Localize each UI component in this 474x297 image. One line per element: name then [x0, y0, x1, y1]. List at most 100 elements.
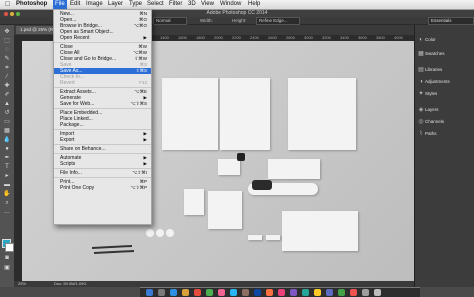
- panel-swatches[interactable]: ▦Swatches: [417, 49, 473, 59]
- launchpad-icon[interactable]: [158, 289, 165, 296]
- finder-icon[interactable]: [146, 289, 153, 296]
- width-label: Width:: [200, 18, 213, 23]
- menu-item-open-recent[interactable]: Open Recent ▶: [54, 35, 151, 41]
- pen-tool-icon[interactable]: ✒: [3, 155, 11, 162]
- menu-view[interactable]: View: [199, 0, 216, 9]
- panel-layers[interactable]: ◈ Layers: [417, 105, 473, 115]
- system-preferences-icon[interactable]: [242, 289, 249, 296]
- menu-file[interactable]: File: [53, 0, 67, 9]
- illustrator-icon[interactable]: [266, 289, 273, 296]
- panel-styles[interactable]: ✦Styles: [417, 89, 473, 99]
- menu-item-package[interactable]: Package...: [54, 122, 151, 128]
- shape-tool-icon[interactable]: ▬: [3, 182, 11, 189]
- gradient-tool-icon[interactable]: ▦: [3, 128, 11, 135]
- type-tool-icon[interactable]: T: [3, 164, 11, 171]
- hand-tool-icon[interactable]: ✋: [3, 191, 11, 198]
- menu-item-share-on-behance[interactable]: Share on Behance...: [54, 146, 151, 152]
- pencil-2: [93, 249, 135, 255]
- menu-help[interactable]: Help: [246, 0, 262, 9]
- trash-icon[interactable]: [374, 289, 381, 296]
- mode-select[interactable]: Normal: [153, 17, 187, 25]
- card-stack: [268, 159, 320, 179]
- blur-tool-icon[interactable]: 💧: [3, 137, 11, 144]
- zoom-window-icon[interactable]: [16, 12, 20, 16]
- indesign-icon[interactable]: [278, 289, 285, 296]
- zoom-tool-icon[interactable]: ⌕: [3, 200, 11, 207]
- brush-tool-icon[interactable]: ✐: [3, 92, 11, 99]
- stamp-tool-icon[interactable]: ▲: [3, 101, 11, 108]
- photoshop-icon[interactable]: [254, 289, 261, 296]
- calendar-icon[interactable]: [194, 289, 201, 296]
- quick-select-tool-icon[interactable]: ✎: [3, 56, 11, 63]
- apple-icon[interactable]: : [5, 0, 10, 9]
- submenu-arrow-icon: ▶: [143, 35, 147, 40]
- panel-label: Styles: [425, 91, 438, 96]
- more-tools-icon[interactable]: …: [3, 209, 11, 216]
- downloads-icon[interactable]: [362, 289, 369, 296]
- panel-color[interactable]: ◐ Color: [417, 35, 473, 45]
- panel-adjustments[interactable]: ◑ Adjustments: [417, 77, 473, 87]
- refine-edge-button[interactable]: Refine Edge...: [256, 17, 300, 25]
- menu-item-file-info[interactable]: File Info... ⌥⇧⌘I: [54, 170, 151, 176]
- layers-icon: ◈: [418, 107, 424, 113]
- menu-window[interactable]: Window: [218, 0, 243, 9]
- zoom-level[interactable]: 25%: [18, 281, 26, 287]
- numbers-icon[interactable]: [338, 289, 345, 296]
- eyedropper-tool-icon[interactable]: ⁄: [3, 74, 11, 81]
- submenu-arrow-icon: ▶: [143, 137, 147, 142]
- menu-type[interactable]: Type: [127, 0, 144, 9]
- badge-button: [156, 229, 164, 237]
- eraser-tool-icon[interactable]: ▭: [3, 119, 11, 126]
- menu-filter[interactable]: Filter: [167, 0, 184, 9]
- menu-item-print-one-copy[interactable]: Print One Copy ⌥⇧⌘P: [54, 185, 151, 191]
- workspace-select[interactable]: Essentials: [428, 17, 474, 25]
- menu-item-save-for-web[interactable]: Save for Web... ⌥⇧⌘S: [54, 101, 151, 107]
- move-tool-icon[interactable]: ✥: [3, 29, 11, 36]
- doc-size: Doc: 59.0M/1.09G: [54, 281, 87, 286]
- crop-tool-icon[interactable]: ⌗: [3, 65, 11, 72]
- ruler-tick: 2600: [268, 35, 277, 40]
- ruler-tick: 3200: [322, 35, 331, 40]
- premiere-icon[interactable]: [290, 289, 297, 296]
- menu-separator: [54, 144, 151, 145]
- path-select-tool-icon[interactable]: ▸: [3, 173, 11, 180]
- ruler-tick: 3800: [376, 35, 385, 40]
- marquee-tool-icon[interactable]: ⬚: [3, 38, 11, 45]
- menu-photoshop[interactable]: Photoshop: [14, 0, 49, 9]
- menu-3d[interactable]: 3D: [186, 0, 198, 9]
- usb-stick-2: [266, 235, 280, 240]
- itunes-icon[interactable]: [218, 289, 225, 296]
- panel-libraries[interactable]: ▤Libraries: [417, 65, 473, 75]
- close-window-icon[interactable]: [4, 12, 8, 16]
- ruler-tick: 1400: [160, 35, 169, 40]
- menu-image[interactable]: Image: [84, 0, 105, 9]
- quick-mask-icon[interactable]: ◙: [3, 255, 11, 262]
- menu-select[interactable]: Select: [145, 0, 166, 9]
- safari-icon[interactable]: [170, 289, 177, 296]
- menu-item-export[interactable]: Export ▶: [54, 137, 151, 143]
- ruler-tick: 2400: [250, 35, 259, 40]
- menu-item-scripts[interactable]: Scripts ▶: [54, 161, 151, 167]
- history-brush-tool-icon[interactable]: ↺: [3, 110, 11, 117]
- panel-paths[interactable]: ⌇ Paths: [417, 129, 473, 139]
- menu-separator: [54, 129, 151, 130]
- minimize-window-icon[interactable]: [10, 12, 14, 16]
- panel-label: Channels: [425, 119, 445, 124]
- screen-mode-icon[interactable]: ▣: [3, 265, 11, 272]
- healing-tool-icon[interactable]: ✚: [3, 83, 11, 90]
- dreamweaver-icon[interactable]: [302, 289, 309, 296]
- menu-edit[interactable]: Edit: [68, 0, 82, 9]
- lasso-tool-icon[interactable]: ◌: [3, 47, 11, 54]
- menu-item-revert[interactable]: Revert F12: [54, 80, 151, 86]
- messages-icon[interactable]: [206, 289, 213, 296]
- app-store-icon[interactable]: [230, 289, 237, 296]
- menu-layer[interactable]: Layer: [106, 0, 125, 9]
- panel-dock: ◐ Color ▦Swatches ▤Libraries ◑ Adjustments…: [414, 25, 474, 287]
- mail-icon[interactable]: [182, 289, 189, 296]
- acrobat-icon[interactable]: [350, 289, 357, 296]
- notes-icon[interactable]: [314, 289, 321, 296]
- background-color-swatch[interactable]: [5, 243, 14, 252]
- panel-channels[interactable]: ◎Channels: [417, 117, 473, 127]
- bridge-icon[interactable]: [326, 289, 333, 296]
- dodge-tool-icon[interactable]: ●: [3, 146, 11, 153]
